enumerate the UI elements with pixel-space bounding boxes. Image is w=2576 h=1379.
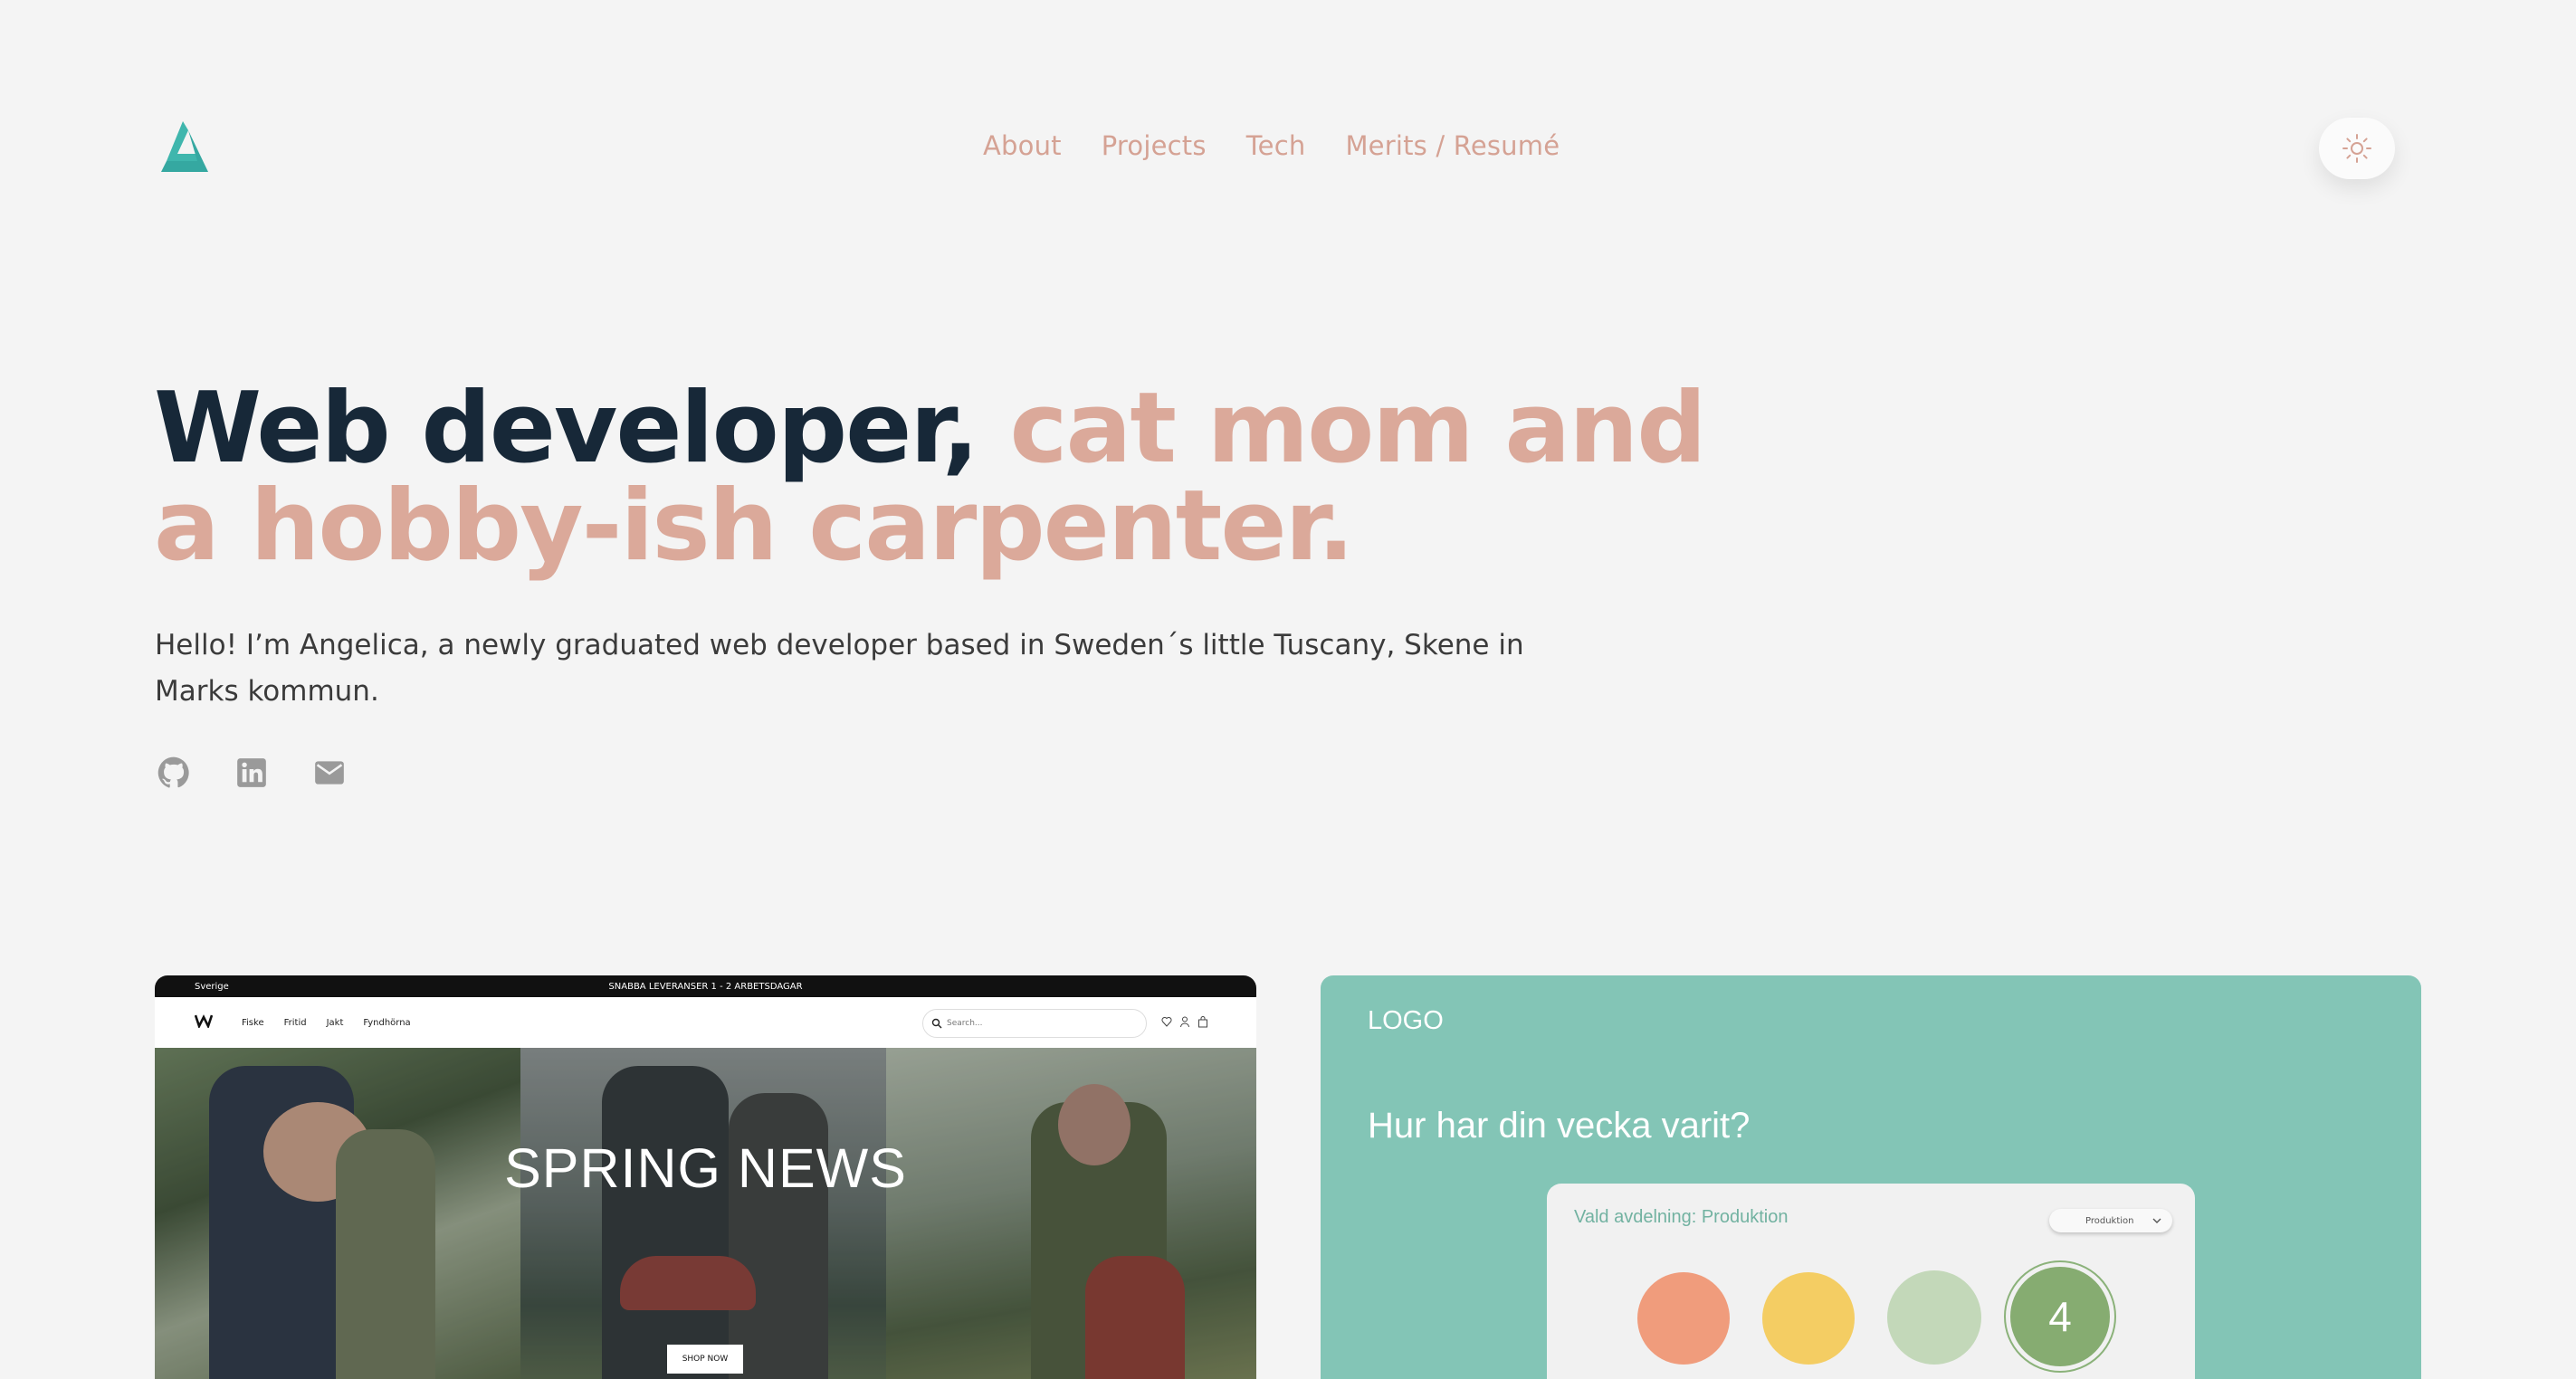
shop-nav: Fiske Fritid Jakt Fyndhörna Search... [155,997,1256,1048]
shop-now-button: SHOP NOW [667,1345,743,1374]
survey-panel: Vald avdelning: Produktion Produktion 4 [1547,1184,2195,1379]
shop-logo-icon [194,1013,214,1032]
department-select-value: Produktion [2085,1215,2134,1226]
social-links [157,756,347,790]
rating-selected-value: 4 [2048,1293,2072,1340]
survey-question: Hur har din vecka varit? [1368,1106,1751,1146]
rating-circle-3 [1887,1270,1981,1365]
shop-nav-link: Jakt [326,1017,344,1028]
bag-icon [1197,1015,1208,1028]
github-icon[interactable] [157,756,191,790]
rating-circle-1 [1637,1272,1730,1365]
shop-search: Search... [922,1009,1147,1038]
theme-toggle-button[interactable] [2319,118,2395,179]
mail-icon[interactable] [312,756,347,790]
nav-about[interactable]: About [983,130,1062,161]
nav-projects[interactable]: Projects [1102,130,1207,161]
triangle-logo-icon [161,121,208,172]
site-logo[interactable] [161,119,212,176]
nav-merits[interactable]: Merits / Resumé [1345,130,1560,161]
shop-search-placeholder: Search... [947,1019,983,1028]
rating-circle-2 [1762,1272,1855,1365]
nav-tech[interactable]: Tech [1246,130,1306,161]
shop-nav-link: Fyndhörna [363,1017,411,1028]
hero-title: Web developer, cat mom and a hobby-ish c… [154,380,1783,575]
project-card-survey[interactable]: LOGO Hur har din vecka varit? Vald avdel… [1321,975,2421,1379]
chevron-down-icon [2152,1218,2161,1223]
hero-intro: Hello! I’m Angelica, a newly graduated w… [155,629,1524,708]
sun-icon [2342,134,2371,163]
survey-logo: LOGO [1368,1006,1444,1035]
shop-topbar: Sverige SNABBA LEVERANSER 1 - 2 ARBETSDA… [155,975,1256,997]
linkedin-icon[interactable] [234,756,269,790]
hero-title-dark: Web developer, [154,372,1010,485]
shop-promo: SNABBA LEVERANSER 1 - 2 ARBETSDAGAR [608,981,803,992]
main-nav: About Projects Tech Merits / Resumé [983,130,1560,161]
department-select: Produktion [2049,1209,2172,1232]
search-icon [931,1018,942,1029]
survey-department: Vald avdelning: Produktion [1574,1207,1789,1227]
shop-nav-link: Fritid [283,1017,307,1028]
hero-overlay [155,1048,1256,1379]
user-icon [1179,1015,1190,1028]
rating-circle-4: 4 [2010,1267,2110,1366]
shop-hero-image: SPRING NEWS SHOP NOW [155,1048,1256,1379]
shop-icons [1161,1015,1208,1028]
shop-headline: SPRING NEWS [504,1137,907,1199]
project-card-shop[interactable]: Sverige SNABBA LEVERANSER 1 - 2 ARBETSDA… [155,975,1256,1379]
shop-nav-links: Fiske Fritid Jakt Fyndhörna [242,1018,411,1028]
heart-icon [1161,1015,1172,1028]
shop-nav-link: Fiske [242,1017,264,1028]
